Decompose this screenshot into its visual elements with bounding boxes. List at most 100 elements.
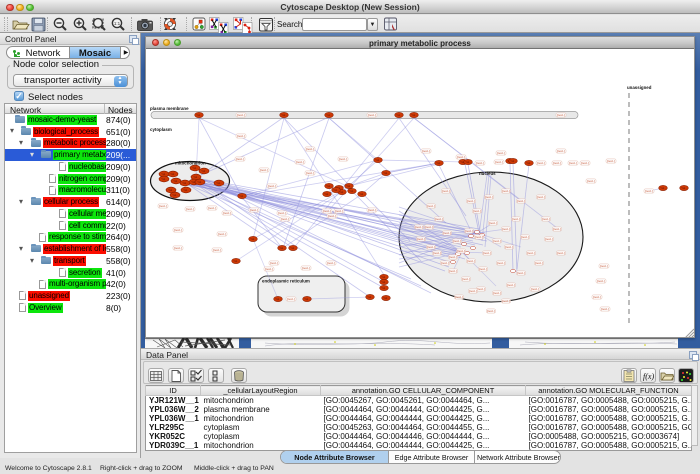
- svg-text:Yal..: Yal..: [333, 188, 339, 192]
- svg-text:[nod..]: [nod..]: [597, 279, 605, 283]
- svg-text:[nod..]: [nod..]: [302, 266, 310, 270]
- svg-text:Yal..: Yal..: [381, 286, 387, 290]
- svg-text:Yal..: Yal..: [170, 172, 176, 176]
- svg-text:Yal..: Yal..: [182, 181, 188, 185]
- svg-text:Yal..: Yal..: [216, 181, 222, 185]
- svg-text:[nod..]: [nod..]: [537, 195, 545, 199]
- svg-text:[nod..]: [nod..]: [485, 195, 493, 199]
- svg-text:Yal..: Yal..: [239, 194, 245, 198]
- svg-text:[nod..]: [nod..]: [425, 225, 433, 229]
- svg-text:Yal..: Yal..: [396, 113, 402, 117]
- svg-text:[nod..]: [nod..]: [327, 261, 335, 265]
- svg-text:f(x): f(x): [643, 372, 654, 381]
- svg-text:unassigned: unassigned: [627, 85, 652, 90]
- svg-text:[nod..]: [nod..]: [368, 113, 376, 117]
- svg-text:mitochondrion: mitochondrion: [175, 161, 206, 166]
- svg-text:Yal..: Yal..: [304, 297, 310, 301]
- svg-text:[nod..]: [nod..]: [287, 297, 295, 301]
- svg-text:Yal..: Yal..: [326, 184, 332, 188]
- svg-text:[nod..]: [nod..]: [587, 179, 595, 183]
- svg-text:[nod..]: [nod..]: [557, 113, 565, 117]
- svg-text:[nod..]: [nod..]: [449, 269, 457, 273]
- svg-text:[nod..]: [nod..]: [475, 235, 483, 239]
- svg-text:[nod..]: [nod..]: [296, 160, 304, 164]
- svg-text:[nod..]: [nod..]: [493, 239, 501, 243]
- svg-text:[nod..]: [nod..]: [453, 239, 461, 243]
- svg-text:[nod..]: [nod..]: [265, 267, 273, 271]
- svg-text:[nod..]: [nod..]: [339, 157, 347, 161]
- svg-text:[nod..]: [nod..]: [483, 251, 491, 255]
- svg-text:[nod..]: [nod..]: [281, 217, 289, 221]
- svg-text:plasma membrane: plasma membrane: [150, 106, 189, 111]
- svg-text:Yal..: Yal..: [183, 188, 189, 192]
- svg-text:Yal..: Yal..: [290, 246, 296, 250]
- svg-text:[nod..]: [nod..]: [542, 217, 550, 221]
- svg-text:[nod..]: [nod..]: [323, 209, 331, 213]
- svg-text:Yal..: Yal..: [193, 175, 199, 179]
- svg-text:[nod..]: [nod..]: [502, 227, 510, 231]
- svg-text:[nod..]: [nod..]: [537, 161, 545, 165]
- svg-text:[nod..]: [nod..]: [174, 246, 182, 250]
- svg-text:[nod..]: [nod..]: [335, 209, 343, 213]
- svg-text:Yal..: Yal..: [233, 259, 239, 263]
- svg-text:[nod..]: [nod..]: [422, 149, 430, 153]
- svg-text:Yal..: Yal..: [383, 171, 389, 175]
- svg-text:Yal..: Yal..: [375, 158, 381, 162]
- svg-text:[nod..]: [nod..]: [479, 267, 487, 271]
- svg-text:[nod..]: [nod..]: [477, 287, 485, 291]
- svg-text:[nod..]: [nod..]: [601, 307, 609, 311]
- svg-text:[nod..]: [nod..]: [505, 245, 513, 249]
- svg-text:[nod..]: [nod..]: [441, 261, 449, 265]
- svg-text:[nod..]: [nod..]: [368, 208, 376, 212]
- svg-text:[nod..]: [nod..]: [645, 189, 653, 193]
- svg-text:nucleus: nucleus: [479, 171, 496, 176]
- svg-text:1:1: 1:1: [114, 21, 121, 26]
- svg-text:[nod..]: [nod..]: [208, 206, 216, 210]
- svg-text:[nod..]: [nod..]: [593, 295, 601, 299]
- svg-text:[nod..]: [nod..]: [569, 161, 577, 165]
- svg-text:[nod..]: [nod..]: [427, 245, 435, 249]
- svg-text:[nod..]: [nod..]: [457, 155, 465, 159]
- svg-text:[nod..]: [nod..]: [521, 235, 529, 239]
- svg-text:[nod..]: [nod..]: [507, 283, 515, 287]
- svg-text:[nod..]: [nod..]: [467, 199, 475, 203]
- svg-text:Yal..: Yal..: [201, 169, 207, 173]
- svg-text:[nod..]: [nod..]: [493, 291, 501, 295]
- svg-text:[nod..]: [nod..]: [517, 199, 525, 203]
- svg-text:Yal..: Yal..: [161, 172, 167, 176]
- svg-text:[nod..]: [nod..]: [237, 113, 245, 117]
- svg-text:[nod..]: [nod..]: [581, 161, 589, 165]
- svg-text:Yal..: Yal..: [383, 296, 389, 300]
- svg-text:[nod..]: [nod..]: [270, 261, 278, 265]
- svg-text:[nod..]: [nod..]: [473, 209, 481, 213]
- svg-text:[nod..]: [nod..]: [489, 221, 497, 225]
- svg-text:[nod..]: [nod..]: [174, 228, 182, 232]
- svg-text:[nod..]: [nod..]: [213, 248, 221, 252]
- svg-text:[nod..]: [nod..]: [531, 287, 539, 291]
- svg-text:[nod..]: [nod..]: [186, 207, 194, 211]
- svg-text:[nod..]: [nod..]: [545, 237, 553, 241]
- svg-text:[nod..]: [nod..]: [553, 227, 561, 231]
- svg-text:Yal..: Yal..: [510, 159, 516, 163]
- svg-text:[nod..]: [nod..]: [497, 151, 505, 155]
- svg-text:[nod..]: [nod..]: [443, 231, 451, 235]
- svg-text:[nod..]: [nod..]: [306, 171, 314, 175]
- svg-text:Yal..: Yal..: [275, 297, 281, 301]
- svg-text:Yal..: Yal..: [197, 180, 203, 184]
- svg-text:[nod..]: [nod..]: [237, 134, 245, 138]
- svg-text:[nod..]: [nod..]: [512, 217, 520, 221]
- svg-text:[nod..]: [nod..]: [457, 249, 465, 253]
- svg-text:Yal..: Yal..: [349, 189, 355, 193]
- svg-text:endoplasmic reticulum: endoplasmic reticulum: [262, 279, 310, 284]
- svg-text:Yal..: Yal..: [192, 166, 198, 170]
- svg-text:Yal..: Yal..: [173, 179, 179, 183]
- svg-text:[nod..]: [nod..]: [268, 184, 276, 188]
- svg-text:Yal..: Yal..: [172, 193, 178, 197]
- svg-text:[nod..]: [nod..]: [250, 208, 258, 212]
- svg-text:Yal..: Yal..: [660, 186, 666, 190]
- svg-text:[nod..]: [nod..]: [497, 261, 505, 265]
- svg-text:Yal..: Yal..: [381, 280, 387, 284]
- svg-text:Yal..: Yal..: [526, 161, 532, 165]
- svg-text:[nod..]: [nod..]: [467, 259, 475, 263]
- svg-text:Yal..: Yal..: [279, 246, 285, 250]
